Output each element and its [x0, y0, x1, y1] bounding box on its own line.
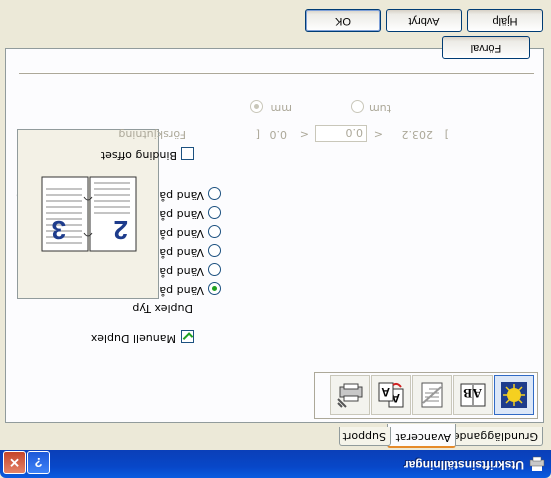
- preview-page-number-left: 2: [114, 215, 128, 245]
- tab-grundlaggande[interactable]: Grundläggande: [453, 427, 543, 446]
- ok-button[interactable]: OK: [305, 9, 381, 32]
- scaling-button[interactable]: A B: [453, 375, 493, 415]
- device-options-icon: [337, 383, 363, 408]
- help-button[interactable]: Hjälp: [467, 9, 543, 32]
- flip-right-edge-radio[interactable]: [208, 263, 221, 276]
- flip-bottom-edge-blank-radio[interactable]: [208, 187, 221, 200]
- flip-top-edge-blank-radio[interactable]: [208, 206, 221, 219]
- unit-tum-label: tum: [369, 102, 391, 115]
- manual-duplex-label: Manuell Duplex: [90, 332, 176, 345]
- duplex-icon: A A: [378, 382, 404, 408]
- flip-left-edge-radio[interactable]: [208, 282, 221, 295]
- unit-tum-radio[interactable]: [351, 100, 364, 113]
- flip-top-edge-radio[interactable]: [208, 244, 221, 257]
- watermark-icon: [501, 382, 527, 408]
- copy-print-button[interactable]: [412, 375, 452, 415]
- range-less-than: <: [299, 128, 309, 141]
- feature-icon-strip: A B A A: [314, 372, 538, 419]
- cancel-button[interactable]: Avbryt: [386, 9, 462, 32]
- question-icon: ?: [34, 455, 43, 470]
- range-close-bracket: ]: [444, 128, 449, 141]
- booklet-preview-illustration: 2 3: [41, 176, 137, 252]
- range-min: 0.0: [269, 128, 288, 141]
- unit-mm-label: mm: [270, 102, 292, 115]
- separator-line: [19, 72, 534, 74]
- advanced-panel: A B A A Manuell Duplex Duplex Typ Vänd p…: [5, 36, 544, 423]
- dialog-window: Utskriftsinställningar ? ✕ Grundläggande…: [0, 0, 551, 478]
- tab-avancerat[interactable]: Avancerat: [387, 424, 456, 448]
- printer-icon: [529, 456, 545, 471]
- close-button[interactable]: ✕: [3, 451, 26, 474]
- flip-bottom-edge-radio[interactable]: [208, 225, 221, 238]
- preview-page-number-right: 3: [52, 215, 66, 245]
- duplex-type-label: Duplex Typ: [132, 302, 193, 315]
- default-button[interactable]: Förval: [442, 36, 530, 59]
- device-options-button[interactable]: [330, 375, 370, 415]
- unit-mm-radio[interactable]: [250, 100, 263, 113]
- ab-scaling-icon: A B: [460, 383, 486, 407]
- close-icon: ✕: [9, 455, 20, 470]
- binding-offset-label: Binding offset: [100, 149, 177, 162]
- window-title: Utskriftsinställningar: [403, 458, 524, 472]
- watermark-button[interactable]: [494, 375, 534, 415]
- forskjutning-label: Förskjutning: [118, 128, 186, 141]
- tab-support[interactable]: Support: [339, 427, 391, 446]
- help-title-button[interactable]: ?: [27, 451, 50, 474]
- duplex-button[interactable]: A A: [371, 375, 411, 415]
- range-max: 203.2: [401, 128, 434, 141]
- manual-duplex-checkbox[interactable]: [181, 330, 194, 343]
- binding-offset-checkbox[interactable]: [181, 147, 194, 160]
- offset-value-input[interactable]: 0.0: [315, 125, 367, 142]
- svg-text:A: A: [381, 385, 390, 399]
- title-bar: Utskriftsinställningar ? ✕: [0, 450, 551, 478]
- range-open-bracket: [: [255, 128, 260, 141]
- range-less-than-2: <: [373, 128, 383, 141]
- svg-text:B: B: [463, 386, 472, 401]
- copy-icon: [421, 382, 443, 408]
